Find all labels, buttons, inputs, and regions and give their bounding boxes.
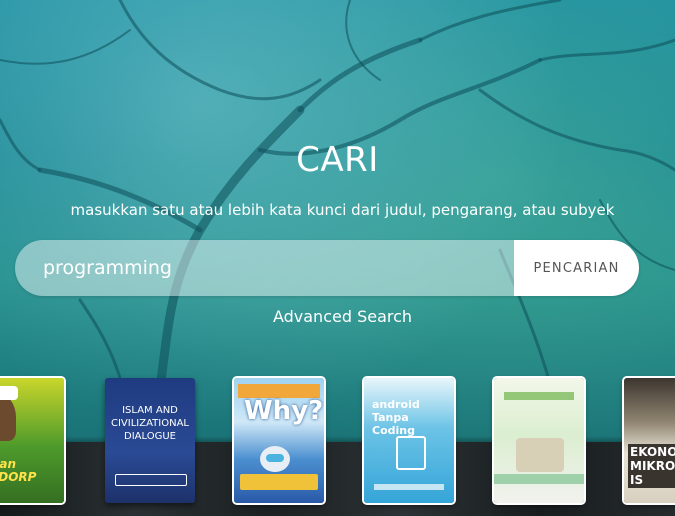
- hero-background: CARI masukkan satu atau lebih kata kunci…: [0, 0, 675, 516]
- book-cover-1-title: Ajaran KULDORP: [0, 457, 37, 484]
- search-input[interactable]: [15, 240, 514, 296]
- book-cover-3-title: Why?: [244, 396, 324, 426]
- book-cover-1[interactable]: Ajaran KULDORP: [0, 378, 64, 503]
- book-cover-4-title: android Tanpa Coding: [372, 398, 420, 437]
- tree-branches-background: [0, 0, 675, 440]
- book-cover-3[interactable]: Why?: [234, 378, 324, 503]
- book-cover-5[interactable]: [494, 378, 584, 503]
- page-title: CARI: [296, 140, 379, 180]
- search-instructions: masukkan satu atau lebih kata kunci dari…: [70, 201, 615, 219]
- book-cover-4[interactable]: android Tanpa Coding: [364, 378, 454, 503]
- search-form: PENCARIAN: [15, 240, 639, 296]
- search-button[interactable]: PENCARIAN: [514, 240, 639, 296]
- book-cover-6-title: EKONOMI MIKRO IS: [628, 444, 675, 488]
- book-cover-2[interactable]: ISLAM AND CIVILIZATIONAL DIALOGUE: [105, 378, 195, 503]
- book-cover-6[interactable]: EKONOMI MIKRO IS: [624, 378, 675, 503]
- book-cover-2-title: ISLAM AND CIVILIZATIONAL DIALOGUE: [111, 405, 189, 442]
- advanced-search-link[interactable]: Advanced Search: [0, 307, 675, 326]
